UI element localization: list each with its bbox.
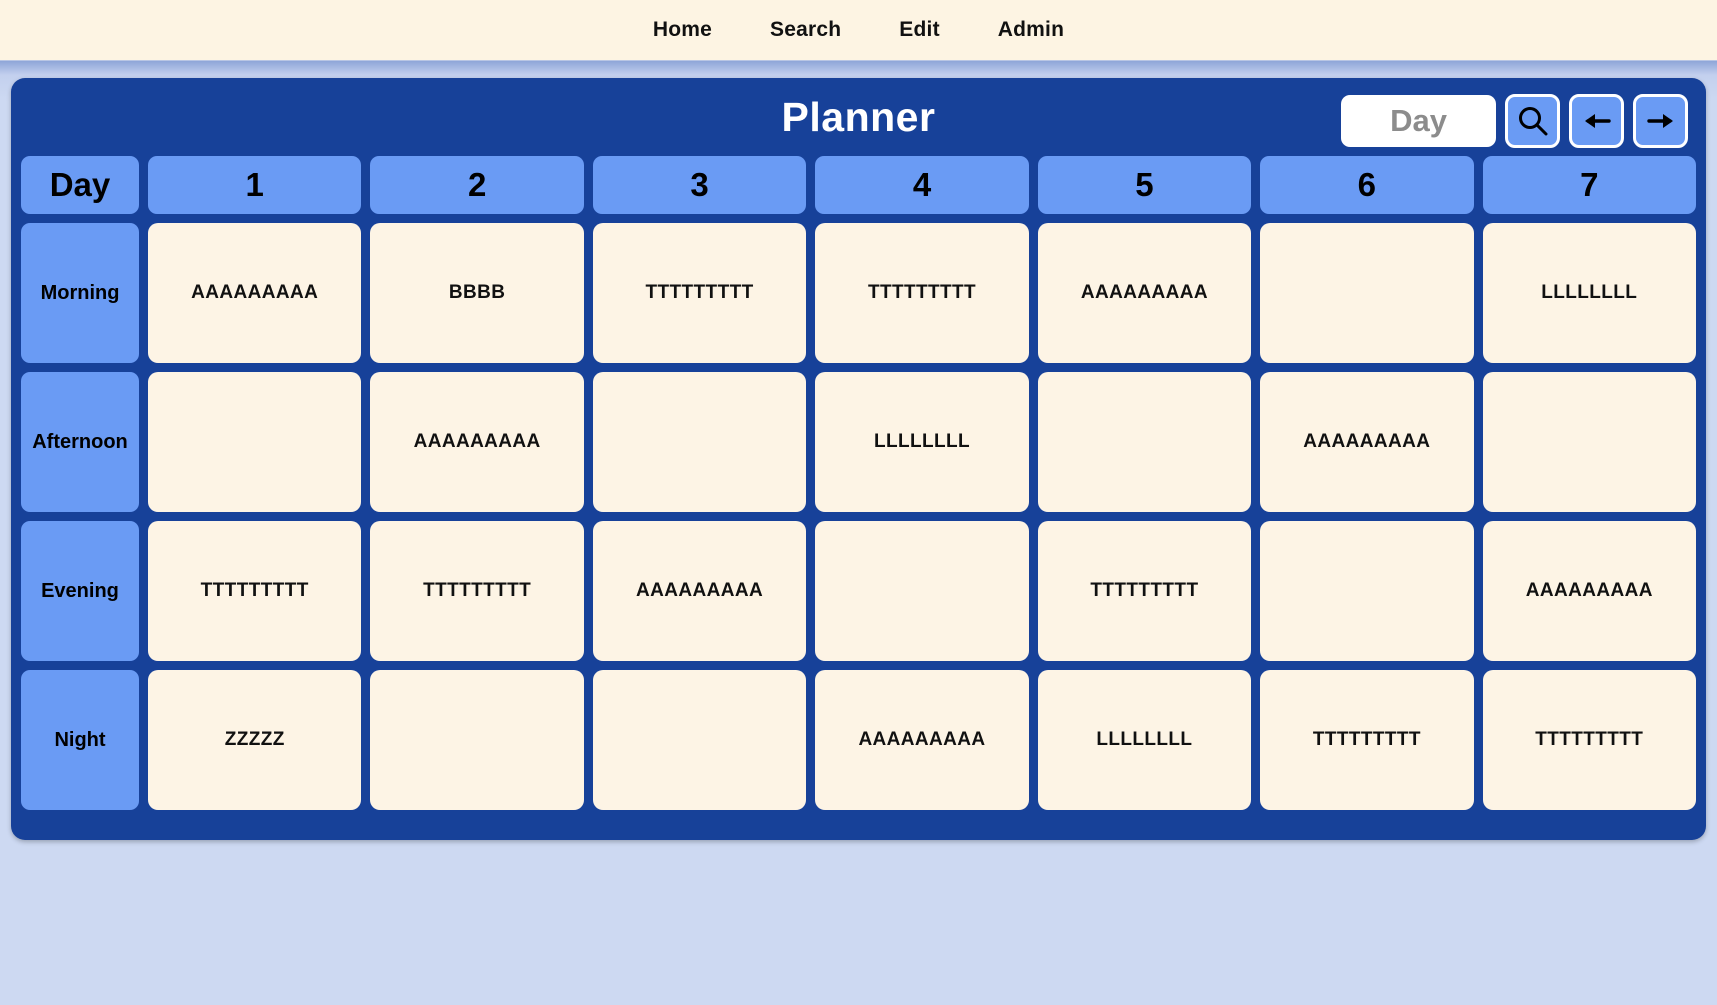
- row-label-morning: Morning: [21, 223, 139, 363]
- cell-afternoon-1[interactable]: [148, 372, 362, 512]
- cell-afternoon-4[interactable]: LLLLLLLL: [815, 372, 1029, 512]
- day-header-7[interactable]: 7: [1482, 156, 1696, 214]
- cell-evening-5[interactable]: TTTTTTTTT: [1037, 521, 1252, 661]
- cell-evening-7[interactable]: AAAAAAAAA: [1482, 521, 1696, 661]
- cell-evening-2[interactable]: TTTTTTTTT: [370, 521, 584, 661]
- cell-night-4[interactable]: AAAAAAAAA: [815, 670, 1029, 810]
- cell-morning-4[interactable]: TTTTTTTTT: [815, 223, 1029, 363]
- cell-night-1[interactable]: ZZZZZ: [148, 670, 362, 810]
- nav-item-home[interactable]: Home: [653, 18, 712, 42]
- cell-morning-5[interactable]: AAAAAAAAA: [1037, 223, 1252, 363]
- cell-night-3[interactable]: [592, 670, 807, 810]
- cell-morning-7[interactable]: LLLLLLLL: [1482, 223, 1696, 363]
- cell-night-6[interactable]: TTTTTTTTT: [1260, 670, 1474, 810]
- next-button[interactable]: [1633, 94, 1688, 148]
- search-button[interactable]: [1505, 94, 1560, 148]
- previous-button[interactable]: [1569, 94, 1624, 148]
- planner-grid: Day 1 2 3 4 5 6 7 Morning AAAAAAAAA BBBB…: [21, 156, 1696, 810]
- day-header-1[interactable]: 1: [148, 156, 362, 214]
- cell-evening-4[interactable]: [815, 521, 1029, 661]
- planner-toolbar: [1341, 94, 1688, 148]
- cell-afternoon-3[interactable]: [592, 372, 807, 512]
- row-label-afternoon: Afternoon: [21, 372, 139, 512]
- cell-evening-6[interactable]: [1260, 521, 1474, 661]
- arrow-right-icon: [1644, 104, 1678, 138]
- planner-panel: Planner Day Day 1 2 3 4 5 6 7 Morning AA…: [11, 78, 1706, 840]
- cell-morning-3[interactable]: TTTTTTTTT: [592, 223, 807, 363]
- cell-afternoon-6[interactable]: AAAAAAAAA: [1260, 372, 1474, 512]
- nav-item-search[interactable]: Search: [770, 18, 841, 42]
- row-label-night: Night: [21, 670, 139, 810]
- cell-night-5[interactable]: LLLLLLLL: [1037, 670, 1252, 810]
- nav-item-edit[interactable]: Edit: [899, 18, 939, 42]
- row-label-evening: Evening: [21, 521, 139, 661]
- day-header-5[interactable]: 5: [1037, 156, 1252, 214]
- arrow-left-icon: [1580, 104, 1614, 138]
- day-header-2[interactable]: 2: [370, 156, 584, 214]
- cell-evening-3[interactable]: AAAAAAAAA: [592, 521, 807, 661]
- grid-corner-label: Day: [21, 156, 139, 214]
- day-header-3[interactable]: 3: [592, 156, 807, 214]
- day-header-6[interactable]: 6: [1260, 156, 1474, 214]
- day-header-4[interactable]: 4: [815, 156, 1029, 214]
- page-title: Planner: [781, 93, 936, 140]
- cell-afternoon-2[interactable]: AAAAAAAAA: [370, 372, 584, 512]
- cell-evening-1[interactable]: TTTTTTTTT: [148, 521, 362, 661]
- cell-afternoon-5[interactable]: [1037, 372, 1252, 512]
- cell-night-2[interactable]: [370, 670, 584, 810]
- top-navigation: Home Search Edit Admin: [0, 0, 1717, 61]
- cell-afternoon-7[interactable]: [1482, 372, 1696, 512]
- cell-morning-1[interactable]: AAAAAAAAA: [148, 223, 362, 363]
- page-body: Planner Day Day 1 2 3 4 5 6 7 Morning AA…: [0, 61, 1717, 1005]
- cell-morning-2[interactable]: BBBB: [370, 223, 584, 363]
- day-search-input[interactable]: [1341, 95, 1496, 147]
- cell-night-7[interactable]: TTTTTTTTT: [1482, 670, 1696, 810]
- nav-item-admin[interactable]: Admin: [998, 18, 1064, 42]
- cell-morning-6[interactable]: [1260, 223, 1474, 363]
- planner-header: Planner: [21, 78, 1696, 156]
- search-icon: [1516, 104, 1550, 138]
